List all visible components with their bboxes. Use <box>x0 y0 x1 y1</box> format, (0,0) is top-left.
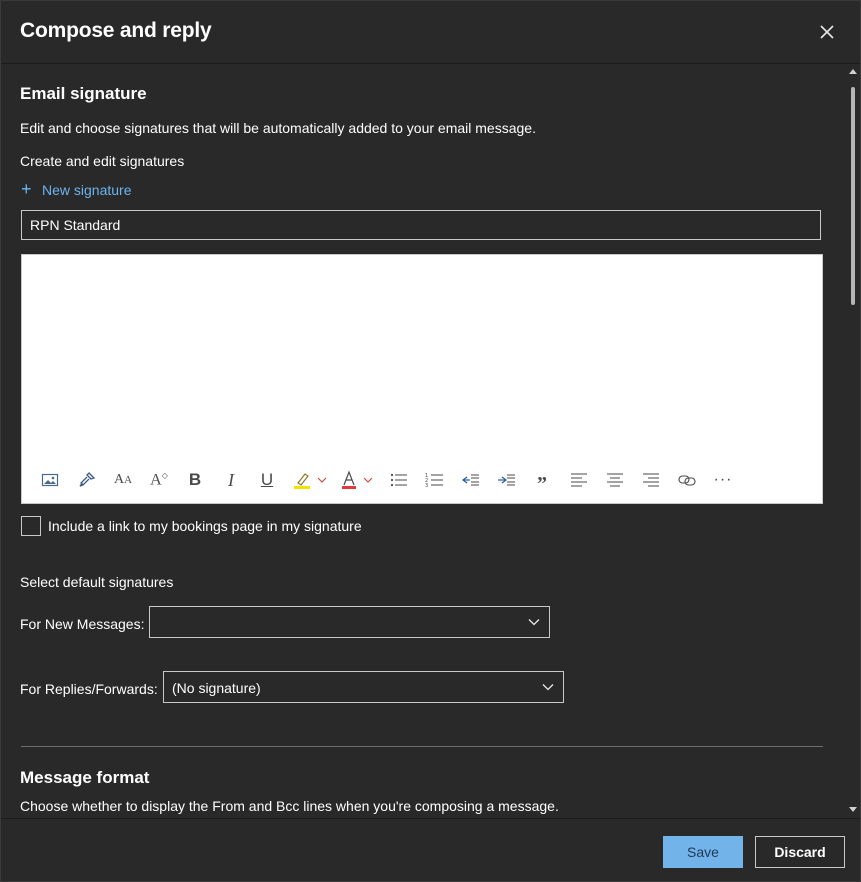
new-signature-label: New signature <box>42 182 132 198</box>
bookings-link-label: Include a link to my bookings page in my… <box>48 518 362 534</box>
plus-icon: + <box>21 179 32 199</box>
vertical-scrollbar[interactable] <box>846 64 860 818</box>
more-options-icon: ··· <box>713 471 733 488</box>
increase-indent-button[interactable] <box>496 468 518 492</box>
highlight-button[interactable] <box>292 468 332 492</box>
align-center-icon <box>607 473 623 487</box>
discard-button[interactable]: Discard <box>755 836 845 868</box>
bold-button[interactable]: B <box>185 468 205 492</box>
replies-value: (No signature) <box>172 680 261 696</box>
new-signature-link[interactable]: + New signature <box>21 179 132 202</box>
new-messages-select[interactable] <box>149 606 550 638</box>
format-painter-button[interactable] <box>76 468 98 492</box>
svg-text:3: 3 <box>425 483 428 488</box>
message-format-description: Choose whether to display the From and B… <box>20 798 559 814</box>
bold-icon: B <box>188 470 202 489</box>
italic-icon: I <box>228 469 234 490</box>
highlight-icon <box>294 473 327 489</box>
superscript-icon: A◇ <box>150 470 168 489</box>
signature-name-input[interactable] <box>21 210 821 240</box>
dialog-title: Compose and reply <box>20 19 212 42</box>
compose-and-reply-dialog: Compose and reply Email signature Edit a… <box>0 0 861 882</box>
message-format-heading: Message format <box>20 768 150 787</box>
font-size-button[interactable]: AA <box>112 468 134 492</box>
underline-button[interactable]: U <box>257 468 277 492</box>
close-icon <box>820 25 834 39</box>
align-center-button[interactable] <box>604 468 626 492</box>
align-right-icon <box>643 473 659 487</box>
scroll-up-icon[interactable] <box>849 69 857 74</box>
italic-button[interactable]: I <box>221 468 241 492</box>
more-options-button[interactable]: ··· <box>712 468 734 492</box>
quote-button[interactable]: ” <box>532 468 552 495</box>
align-right-button[interactable] <box>640 468 662 492</box>
chevron-down-icon <box>528 619 540 626</box>
numbering-icon: 1 2 3 <box>425 473 443 488</box>
superscript-button[interactable]: A◇ <box>148 468 170 492</box>
email-signature-description: Edit and choose signatures that will be … <box>20 120 536 136</box>
save-button[interactable]: Save <box>663 836 743 868</box>
chevron-down-icon <box>542 684 554 691</box>
align-left-button[interactable] <box>568 468 590 492</box>
bookings-link-checkbox[interactable] <box>21 516 41 536</box>
scrollbar-thumb[interactable] <box>851 87 855 305</box>
replies-label: For Replies/Forwards: <box>20 681 158 697</box>
font-color-button[interactable] <box>340 468 380 492</box>
default-signatures-heading: Select default signatures <box>20 574 174 590</box>
section-divider <box>21 746 823 747</box>
font-color-icon <box>342 470 373 489</box>
replies-select[interactable]: (No signature) <box>163 671 564 703</box>
settings-content[interactable]: Email signature Edit and choose signatur… <box>1 64 846 818</box>
dialog-footer: Save Discard <box>1 818 860 882</box>
underline-icon: U <box>260 470 274 489</box>
email-signature-heading: Email signature <box>20 84 147 103</box>
insert-link-button[interactable] <box>676 468 698 492</box>
insert-picture-icon <box>41 473 59 487</box>
dialog-header: Compose and reply <box>1 1 860 64</box>
decrease-indent-icon <box>462 474 479 486</box>
increase-indent-icon <box>498 474 515 486</box>
format-painter-icon <box>79 472 96 487</box>
font-size-icon: AA <box>113 472 133 487</box>
quote-icon: ” <box>537 473 547 495</box>
formatting-toolbar: AA A◇ B I U 1 2 3 ” ··· <box>22 465 822 495</box>
align-left-icon <box>571 473 587 487</box>
new-messages-label: For New Messages: <box>20 616 145 632</box>
bullets-button[interactable] <box>388 468 410 492</box>
insert-picture-button[interactable] <box>40 468 60 492</box>
numbering-button[interactable]: 1 2 3 <box>424 468 446 492</box>
close-button[interactable] <box>816 21 838 43</box>
scroll-down-icon[interactable] <box>849 807 857 812</box>
create-signatures-label: Create and edit signatures <box>20 153 185 169</box>
bullets-icon <box>390 473 407 487</box>
signature-editor[interactable]: AA A◇ B I U 1 2 3 ” ··· <box>21 254 823 504</box>
decrease-indent-button[interactable] <box>460 468 482 492</box>
link-icon <box>678 475 696 486</box>
